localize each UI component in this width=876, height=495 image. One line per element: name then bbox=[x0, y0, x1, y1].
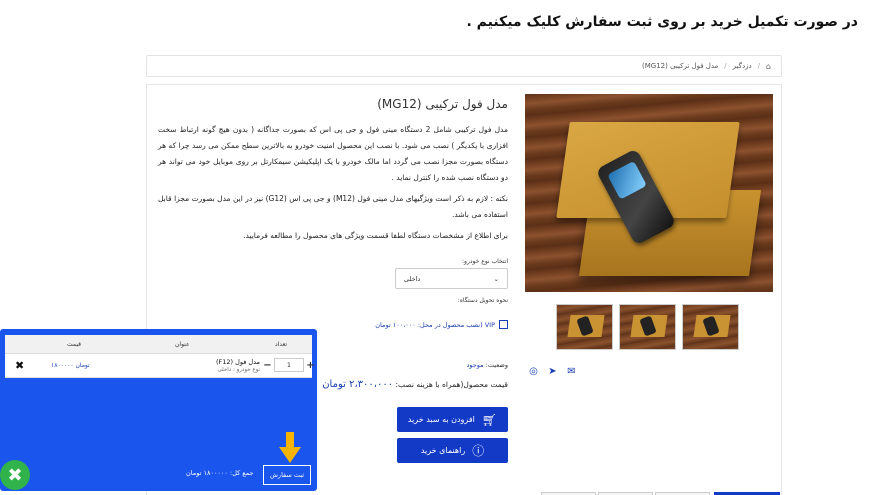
header-title: عنوان bbox=[175, 340, 190, 348]
cart-table-header: تعداد عنوان قیمت bbox=[5, 335, 312, 354]
status-label: وضعیت: bbox=[485, 361, 508, 369]
breadcrumb-item-category[interactable]: دزدگیر bbox=[733, 62, 752, 70]
status-value: موجود bbox=[466, 361, 484, 369]
thumbnail-1[interactable] bbox=[556, 304, 613, 350]
description-hint: برای اطلاع از مشخصات دستگاه لطفا قسمت وی… bbox=[243, 231, 508, 240]
add-to-cart-label: افزودن به سبد خرید bbox=[407, 415, 475, 424]
instagram-icon[interactable]: ◎ bbox=[528, 366, 539, 377]
item-name: مدل فول (F12) bbox=[215, 358, 260, 366]
share-icons: ◎ ➤ ✉ bbox=[528, 366, 577, 377]
chevron-down-icon: ⌄ bbox=[493, 274, 499, 283]
buy-guide-label: راهنمای خرید bbox=[420, 446, 466, 455]
item-subtitle: نوع خودرو : داخلی bbox=[217, 367, 260, 373]
home-icon[interactable]: ⌂ bbox=[766, 62, 771, 71]
price-label: قیمت محصول(همراه با هزینه نصب: bbox=[395, 380, 508, 389]
header-qty: تعداد bbox=[275, 340, 288, 348]
cart-total: جمع کل: ۱۸۰۰۰۰۰ تومان bbox=[186, 469, 254, 477]
description-note: نکته : لازم به ذکر است ویژگیهای مدل مینی… bbox=[158, 194, 509, 219]
price-line: قیمت محصول(همراه با هزینه نصب: ۲،۳۰۰،۰۰۰… bbox=[322, 379, 508, 390]
decrement-button[interactable]: − bbox=[263, 360, 272, 371]
breadcrumb-separator: / bbox=[724, 62, 727, 70]
total-value: ۱۸۰۰۰۰۰ تومان bbox=[186, 469, 228, 477]
cart-row: ✖ ۱۸۰۰۰۰۰ تومان مدل فول (F12) نوع خودرو … bbox=[5, 354, 315, 378]
screen: در صورت تکمیل خرید بر روی ثبت سفارش کلیک… bbox=[0, 0, 876, 495]
cart-icon: 🛒︎ bbox=[481, 412, 498, 427]
price-value: ۲،۳۰۰،۰۰۰ تومان bbox=[322, 379, 394, 390]
telegram-icon[interactable]: ➤ bbox=[547, 366, 558, 377]
quantity-stepper: − 1 + bbox=[263, 358, 315, 372]
car-type-select[interactable]: ⌄ داخلی bbox=[395, 268, 508, 289]
stock-status: وضعیت: موجود bbox=[466, 361, 508, 369]
product-description: مدل فول ترکیبی شامل 2 دستگاه مینی فول و … bbox=[158, 122, 508, 249]
vip-label: VIP (نصب محصول در محل: ۱۰۰،۰۰۰ تومان bbox=[375, 320, 495, 329]
product-main-image[interactable] bbox=[525, 94, 773, 292]
vip-install-option[interactable]: VIP (نصب محصول در محل: ۱۰۰،۰۰۰ تومان bbox=[375, 320, 508, 329]
breadcrumb-separator: / bbox=[757, 62, 760, 70]
breadcrumb: ⌂ / دزدگیر / مدل فول ترکیبی (MG12) bbox=[146, 55, 782, 77]
email-icon[interactable]: ✉ bbox=[566, 366, 577, 377]
car-type-label: انتخاب نوع خودرو: bbox=[462, 258, 508, 265]
total-label: جمع کل: bbox=[230, 469, 254, 477]
quantity-input[interactable]: 1 bbox=[274, 358, 304, 372]
header-price: قیمت bbox=[67, 340, 82, 348]
info-icon: ⓘ bbox=[472, 444, 485, 458]
vip-checkbox[interactable] bbox=[499, 320, 508, 329]
close-icon[interactable]: ✖ bbox=[0, 460, 30, 490]
checkout-button[interactable]: ثبت سفارش bbox=[263, 465, 311, 485]
increment-button[interactable]: + bbox=[306, 360, 315, 371]
install-type-label: نحوه تحویل دستگاه: bbox=[457, 297, 508, 304]
add-to-cart-button[interactable]: 🛒︎ افزودن به سبد خرید bbox=[397, 407, 508, 432]
description-paragraph: مدل فول ترکیبی شامل 2 دستگاه مینی فول و … bbox=[158, 125, 508, 182]
breadcrumb-item-product: مدل فول ترکیبی (MG12) bbox=[642, 62, 719, 70]
remove-item-icon[interactable]: ✖ bbox=[15, 359, 24, 372]
thumbnail-strip bbox=[556, 304, 739, 350]
thumbnail-3[interactable] bbox=[682, 304, 739, 350]
pointer-arrow-icon bbox=[279, 432, 301, 463]
product-title: مدل فول ترکیبی (MG12) bbox=[377, 97, 508, 111]
thumbnail-2[interactable] bbox=[619, 304, 676, 350]
cart-table: تعداد عنوان قیمت ✖ ۱۸۰۰۰۰۰ تومان مدل فول… bbox=[5, 335, 315, 378]
remote-screen-shape bbox=[607, 160, 647, 200]
buy-guide-button[interactable]: ⓘ راهنمای خرید bbox=[397, 438, 508, 463]
car-type-value: داخلی bbox=[404, 274, 421, 283]
item-price: ۱۸۰۰۰۰۰ تومان bbox=[51, 362, 90, 369]
instruction-caption: در صورت تکمیل خرید بر روی ثبت سفارش کلیک… bbox=[466, 14, 858, 30]
